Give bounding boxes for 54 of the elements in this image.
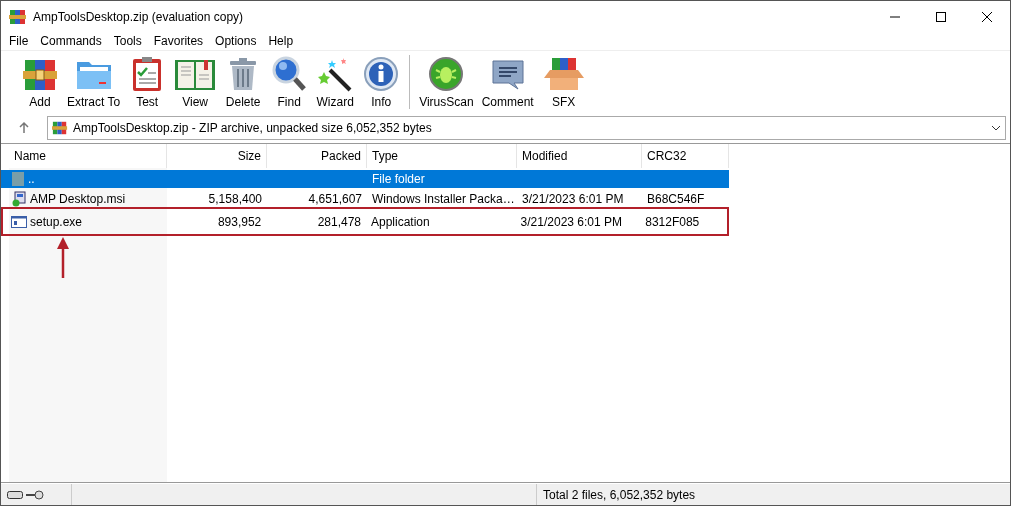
menu-item[interactable]: File [3,34,35,48]
annotation-arrow [57,237,69,279]
menu-item[interactable]: Commands [34,34,108,48]
clipboard-icon [131,56,164,92]
menu-item[interactable]: Tools [107,34,148,48]
column-header[interactable]: Name [9,144,167,168]
file-row[interactable]: .. File folder [1,170,729,188]
table-cell: Application [371,214,430,229]
table-cell: Windows Installer Packa… [372,192,515,206]
box-icon [541,56,586,92]
toolbar-button[interactable]: Comment [477,51,538,113]
key-icon [26,489,44,500]
address-field[interactable]: AmpToolsDesktop.zip - ZIP archive, unpacked size 6,052,352 bytes [47,116,1006,140]
toolbar-button[interactable]: SFX [537,51,590,113]
file-row[interactable]: AMP Desktop.msi 5,158,400 4,651,607 Windows Installer Packa… 3/21/2023 6:01 PM B68C546F [1,190,729,208]
toolbar-button[interactable]: Wizard [312,51,359,113]
table-cell: B68C546F [647,192,705,206]
app-icon [9,8,27,25]
table-cell: 4,651,607 [308,192,362,206]
dropdown-caret-icon[interactable] [991,125,1001,131]
toolbar-button[interactable]: Test [124,51,171,113]
file-name: .. [28,172,35,186]
maximize-icon [936,11,946,22]
toolbar-button[interactable]: Find [266,51,313,113]
menu-item[interactable]: Favorites [147,34,210,48]
archive-icon [52,120,68,136]
table-cell: 3/21/2023 6:01 PM [522,192,624,206]
window-title: AmpToolsDesktop.zip (evaluation copy) [33,9,245,24]
toolbar-button[interactable]: Extract To [63,51,125,113]
installer-icon [11,191,27,207]
toolbar-button[interactable]: Add [17,51,63,113]
toolbar-button[interactable]: VirusScan [415,51,478,113]
drive-icon [7,490,23,499]
menu-item[interactable]: Options [209,34,263,48]
menu-item[interactable]: Help [262,34,300,48]
table-cell: 3/21/2023 6:01 PM [520,214,622,229]
up-arrow-icon[interactable] [19,121,29,133]
toolbar-button[interactable]: Info [358,51,405,113]
toolbar-button[interactable]: Delete [220,51,267,113]
bug-scan-icon [428,56,465,92]
folder-icon [11,171,25,187]
status-text: Total 2 files, 6,052,352 bytes [536,484,696,505]
file-name: setup.exe [30,214,83,229]
table-cell: File folder [372,172,425,186]
magnifier-icon [271,56,308,92]
close-icon [982,11,992,22]
table-cell: 8312F085 [645,214,700,229]
table-cell: 5,158,400 [208,192,262,206]
file-row[interactable]: setup.exe 893,952 281,478 Application 3/21/2023 6:01 PM 8312F085 [1,207,729,236]
table-cell: 893,952 [217,214,262,229]
info-icon [363,56,400,92]
file-name: AMP Desktop.msi [30,192,126,206]
toolbar-button[interactable]: View [170,51,221,113]
table-cell: 281,478 [317,214,361,229]
